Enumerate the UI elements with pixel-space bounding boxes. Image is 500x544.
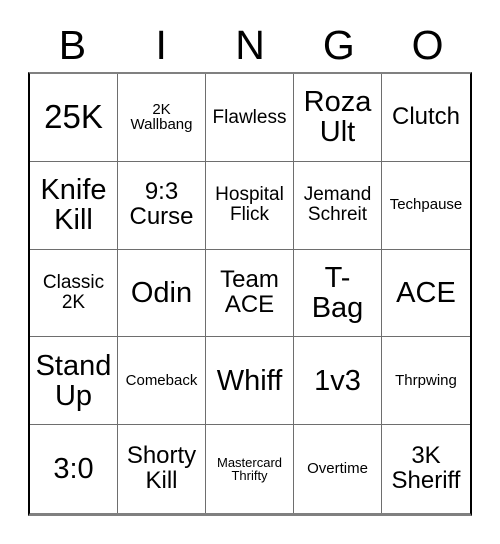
bingo-cell[interactable]: 25K	[30, 74, 118, 162]
bingo-cell-label: Roza Ult	[303, 86, 372, 149]
bingo-cell-label: Whiff	[216, 364, 283, 397]
bingo-cell[interactable]: Stand Up	[30, 337, 118, 426]
bingo-cell[interactable]: Roza Ult	[294, 74, 382, 162]
bingo-header-letter-i: I	[155, 21, 167, 68]
bingo-cell[interactable]: 1v3	[294, 337, 382, 426]
bingo-cell-label: 25K	[44, 98, 103, 136]
bingo-cell[interactable]: 9:3 Curse	[118, 161, 206, 250]
bingo-header-letter-g: G	[322, 21, 355, 68]
bingo-cell[interactable]: 3K Sheriff	[382, 425, 470, 513]
bingo-cell-label: Classic 2K	[42, 272, 105, 313]
bingo-cell-label: T- Bag	[311, 261, 364, 324]
bingo-cell[interactable]: Mastercard Thrifty	[206, 425, 294, 513]
bingo-cell-label: Shorty Kill	[126, 442, 197, 495]
bingo-cell[interactable]: Whiff	[206, 337, 294, 426]
bingo-cell-label: Thrpwing	[395, 371, 457, 389]
bingo-cell-label: Jemand Schreit	[303, 184, 372, 226]
bingo-cell-label: Techpause	[389, 196, 463, 214]
bingo-cell[interactable]: Overtime	[294, 425, 382, 513]
bingo-cell[interactable]: Team ACE	[206, 249, 294, 338]
bingo-cell-label: Knife Kill	[40, 174, 107, 237]
bingo-cell-label: Team ACE	[220, 266, 279, 318]
bingo-cell-label: Mastercard Thrifty	[216, 454, 283, 484]
bingo-grid: 25K 2K Wallbang Flawless Roza Ult Clutch…	[28, 72, 472, 516]
bingo-cell-label: 9:3 Curse	[129, 178, 194, 231]
bingo-cell-label: Comeback	[125, 371, 198, 389]
bingo-cell-label: 2K Wallbang	[130, 100, 193, 134]
bingo-header-letter-n: N	[235, 21, 265, 68]
bingo-cell[interactable]: Odin	[118, 249, 206, 338]
bingo-cell-label: 3:0	[53, 453, 94, 486]
bingo-cell[interactable]: Classic 2K	[30, 249, 118, 338]
bingo-cell[interactable]: Comeback	[118, 337, 206, 426]
bingo-cell-label: ACE	[396, 276, 456, 309]
bingo-header-letter-b: B	[58, 21, 87, 68]
bingo-cell-label: 3K Sheriff	[391, 442, 461, 495]
bingo-cell[interactable]: Thrpwing	[382, 337, 470, 426]
bingo-card: B I N G O 25K 2K Wallbang Flawless Roza …	[0, 0, 500, 544]
bingo-cell[interactable]: Clutch	[382, 74, 470, 162]
bingo-header-row: B I N G O	[28, 18, 472, 72]
bingo-cell[interactable]: Jemand Schreit	[294, 161, 382, 250]
bingo-cell-label: Odin	[130, 276, 193, 309]
bingo-cell-label: Overtime	[307, 460, 368, 478]
bingo-cell[interactable]: 2K Wallbang	[118, 74, 206, 162]
bingo-cell[interactable]: Hospital Flick	[206, 161, 294, 250]
bingo-cell-label: Stand Up	[35, 349, 112, 412]
bingo-header-letter-o: O	[411, 21, 444, 68]
bingo-cell-label: Clutch	[391, 102, 461, 130]
bingo-cell[interactable]: Knife Kill	[30, 161, 118, 250]
bingo-cell[interactable]: T- Bag	[294, 249, 382, 338]
bingo-cell[interactable]: Flawless	[206, 74, 294, 162]
bingo-cell[interactable]: Shorty Kill	[118, 425, 206, 513]
bingo-cell-label: 1v3	[314, 364, 361, 397]
bingo-cell-label: Hospital Flick	[215, 184, 284, 226]
bingo-cell[interactable]: ACE	[382, 249, 470, 338]
bingo-cell[interactable]: 3:0	[30, 425, 118, 513]
bingo-cell[interactable]: Techpause	[382, 161, 470, 250]
bingo-cell-label: Flawless	[212, 106, 287, 128]
